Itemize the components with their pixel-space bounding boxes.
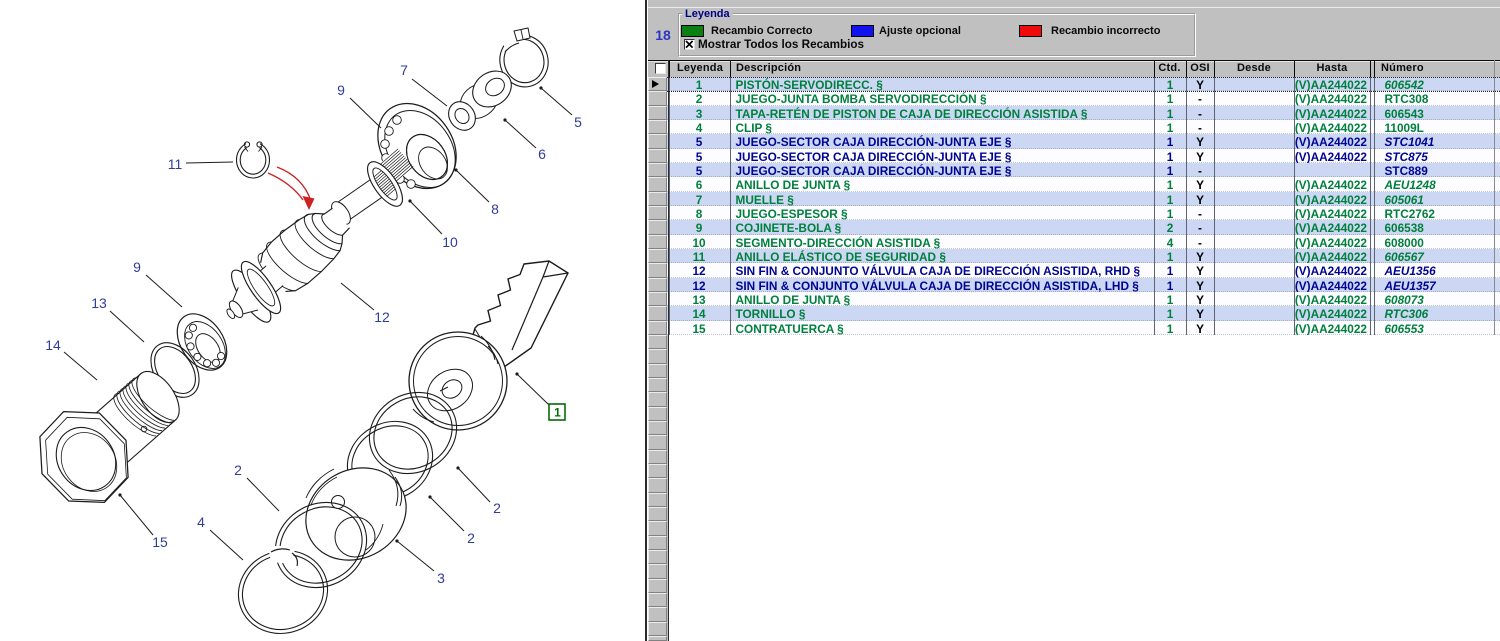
svg-text:9: 9 bbox=[133, 259, 141, 275]
svg-text:2: 2 bbox=[467, 530, 475, 546]
svg-text:6: 6 bbox=[538, 146, 546, 162]
svg-text:14: 14 bbox=[45, 337, 61, 353]
svg-text:5: 5 bbox=[574, 114, 582, 130]
svg-text:2: 2 bbox=[493, 500, 501, 516]
svg-text:2: 2 bbox=[234, 462, 242, 478]
svg-text:9: 9 bbox=[337, 82, 345, 98]
svg-text:1: 1 bbox=[554, 406, 561, 420]
svg-text:12: 12 bbox=[374, 309, 390, 325]
svg-text:7: 7 bbox=[400, 62, 408, 78]
svg-text:3: 3 bbox=[437, 570, 445, 586]
svg-text:13: 13 bbox=[91, 295, 107, 311]
svg-text:15: 15 bbox=[152, 534, 168, 550]
svg-text:11: 11 bbox=[168, 156, 183, 172]
svg-text:4: 4 bbox=[197, 514, 205, 530]
svg-text:8: 8 bbox=[491, 201, 499, 217]
svg-text:10: 10 bbox=[442, 234, 458, 250]
